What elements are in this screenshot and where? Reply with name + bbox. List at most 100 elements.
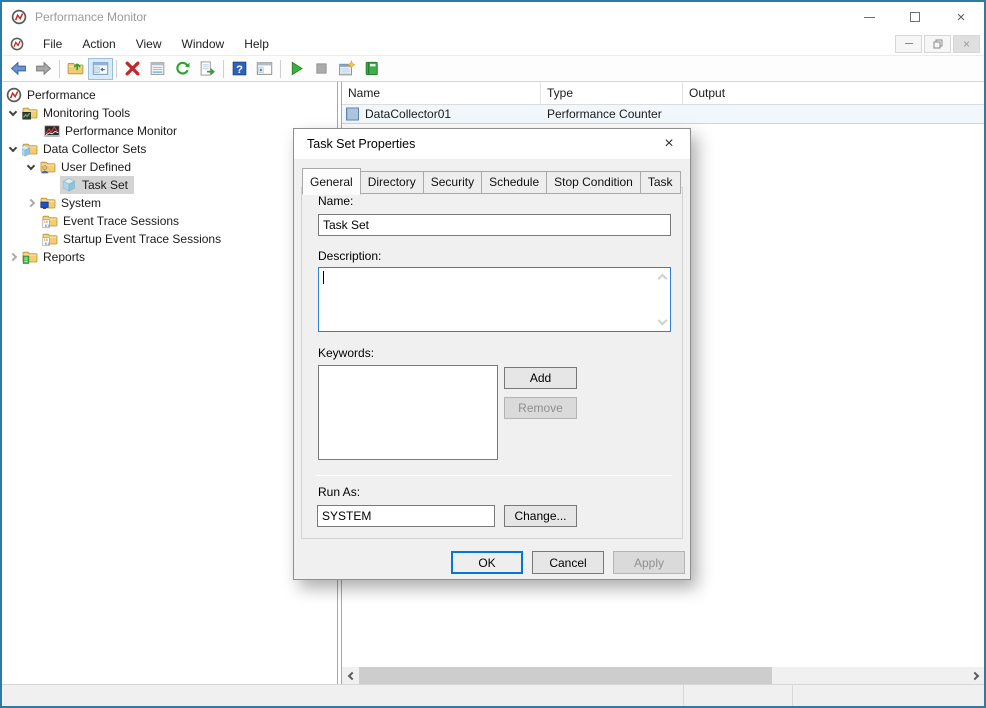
delete-icon <box>124 60 141 77</box>
expander[interactable] <box>22 200 40 206</box>
chevron-left-icon <box>347 671 355 679</box>
keywords-listbox[interactable] <box>318 365 498 460</box>
row-type: Performance Counter <box>547 107 662 121</box>
toolbar-separator <box>116 60 117 78</box>
name-field[interactable]: Task Set <box>318 214 671 236</box>
scroll-right-button[interactable] <box>967 667 984 684</box>
tree-item-performance[interactable]: Performance <box>2 86 337 104</box>
status-segment <box>2 685 683 706</box>
tab-directory[interactable]: Directory <box>361 171 424 194</box>
scroll-up-icon[interactable] <box>658 274 668 284</box>
column-header-name[interactable]: Name <box>342 82 541 104</box>
minimize-icon <box>864 17 875 18</box>
tree-item-performance-monitor[interactable]: Performance Monitor <box>2 122 337 140</box>
export-folder-button[interactable] <box>63 58 88 80</box>
add-button[interactable]: Add <box>504 367 577 389</box>
show-window-button[interactable] <box>252 58 277 80</box>
description-field[interactable] <box>318 267 671 332</box>
expander[interactable] <box>4 112 22 115</box>
toolbar-separator <box>280 60 281 78</box>
tree-item-data-collector-sets[interactable]: Data Collector Sets <box>2 140 337 158</box>
tree-item-label: Performance Monitor <box>65 124 180 138</box>
forward-button[interactable] <box>31 58 56 80</box>
folder-binary-icon <box>42 231 58 247</box>
mdi-close-button[interactable]: × <box>953 35 980 53</box>
status-bar <box>2 684 984 706</box>
ok-button[interactable]: OK <box>451 551 523 574</box>
tab-stop-condition[interactable]: Stop Condition <box>547 171 641 194</box>
title-bar: Performance Monitor × <box>2 2 984 32</box>
refresh-button[interactable] <box>170 58 195 80</box>
task-set-properties-dialog: Task Set Properties × General Directory … <box>293 128 691 580</box>
refresh-icon <box>174 60 191 77</box>
tree-item-label: Reports <box>43 250 88 264</box>
mdi-minimize-button[interactable] <box>895 35 922 53</box>
tab-general[interactable]: General <box>302 168 361 195</box>
back-button[interactable] <box>6 58 31 80</box>
menu-file[interactable]: File <box>33 32 72 55</box>
expander[interactable] <box>4 148 22 151</box>
properties-button[interactable] <box>145 58 170 80</box>
tree-item-startup-event-trace-sessions[interactable]: Startup Event Trace Sessions <box>2 230 337 248</box>
menu-help[interactable]: Help <box>234 32 279 55</box>
tree-item-monitoring-tools[interactable]: Monitoring Tools <box>2 104 337 122</box>
menu-action[interactable]: Action <box>72 32 125 55</box>
run-as-field[interactable]: SYSTEM <box>317 505 495 527</box>
scroll-down-icon[interactable] <box>658 316 668 326</box>
menu-view[interactable]: View <box>126 32 172 55</box>
expander[interactable] <box>4 254 22 260</box>
minimize-button[interactable] <box>846 2 892 32</box>
export-folder-icon <box>67 60 84 77</box>
horizontal-scrollbar[interactable] <box>342 667 984 684</box>
remove-button[interactable]: Remove <box>504 397 577 419</box>
dialog-close-button[interactable]: × <box>648 129 690 159</box>
perfmon-logo-icon <box>6 87 22 103</box>
close-icon: × <box>957 10 966 25</box>
tree-item-task-set[interactable]: Task Set <box>2 176 337 194</box>
restore-icon <box>933 39 943 49</box>
tab-task[interactable]: Task <box>641 171 681 194</box>
change-button[interactable]: Change... <box>504 505 577 527</box>
export-list-button[interactable] <box>195 58 220 80</box>
expander[interactable] <box>22 166 40 169</box>
tree-item-user-defined[interactable]: User Defined <box>2 158 337 176</box>
close-button[interactable]: × <box>938 2 984 32</box>
tree-item-reports[interactable]: Reports <box>2 248 337 266</box>
separator <box>316 475 672 476</box>
column-header-type[interactable]: Type <box>541 82 683 104</box>
menu-window[interactable]: Window <box>172 32 235 55</box>
folder-cube-icon <box>22 141 38 157</box>
mdi-restore-button[interactable] <box>924 35 951 53</box>
scrollbar-track[interactable] <box>359 667 967 684</box>
properties-icon <box>149 60 166 77</box>
tab-security[interactable]: Security <box>424 171 482 194</box>
help-button[interactable] <box>227 58 252 80</box>
keywords-label: Keywords: <box>318 346 374 360</box>
dialog-tabs: General Directory Security Schedule Stop… <box>302 168 681 194</box>
folder-report-icon <box>22 249 38 265</box>
scroll-left-button[interactable] <box>342 667 359 684</box>
stop-icon <box>313 60 330 77</box>
start-button[interactable] <box>284 58 309 80</box>
new-data-collector-set-button[interactable] <box>334 58 359 80</box>
column-header-output[interactable]: Output <box>683 82 984 104</box>
menu-bar: File Action View Window Help × <box>2 32 984 56</box>
status-segment <box>683 685 792 706</box>
tree-selection: Task Set <box>60 176 134 194</box>
chevron-right-icon <box>970 671 978 679</box>
toolbar <box>2 56 984 82</box>
delete-button[interactable] <box>120 58 145 80</box>
minimize-icon <box>905 43 913 44</box>
notebook-button[interactable] <box>359 58 384 80</box>
toggle-console-tree-button[interactable] <box>88 58 113 80</box>
table-row[interactable]: DataCollector01 Performance Counter <box>342 105 984 124</box>
tab-schedule[interactable]: Schedule <box>482 171 547 194</box>
tree-item-event-trace-sessions[interactable]: Event Trace Sessions <box>2 212 337 230</box>
tree-item-system[interactable]: System <box>2 194 337 212</box>
maximize-button[interactable] <box>892 2 938 32</box>
stop-button[interactable] <box>309 58 334 80</box>
scrollbar-thumb[interactable] <box>359 667 772 684</box>
apply-button[interactable]: Apply <box>613 551 685 574</box>
cancel-button[interactable]: Cancel <box>532 551 604 574</box>
perfmon-logo-icon <box>11 9 27 25</box>
